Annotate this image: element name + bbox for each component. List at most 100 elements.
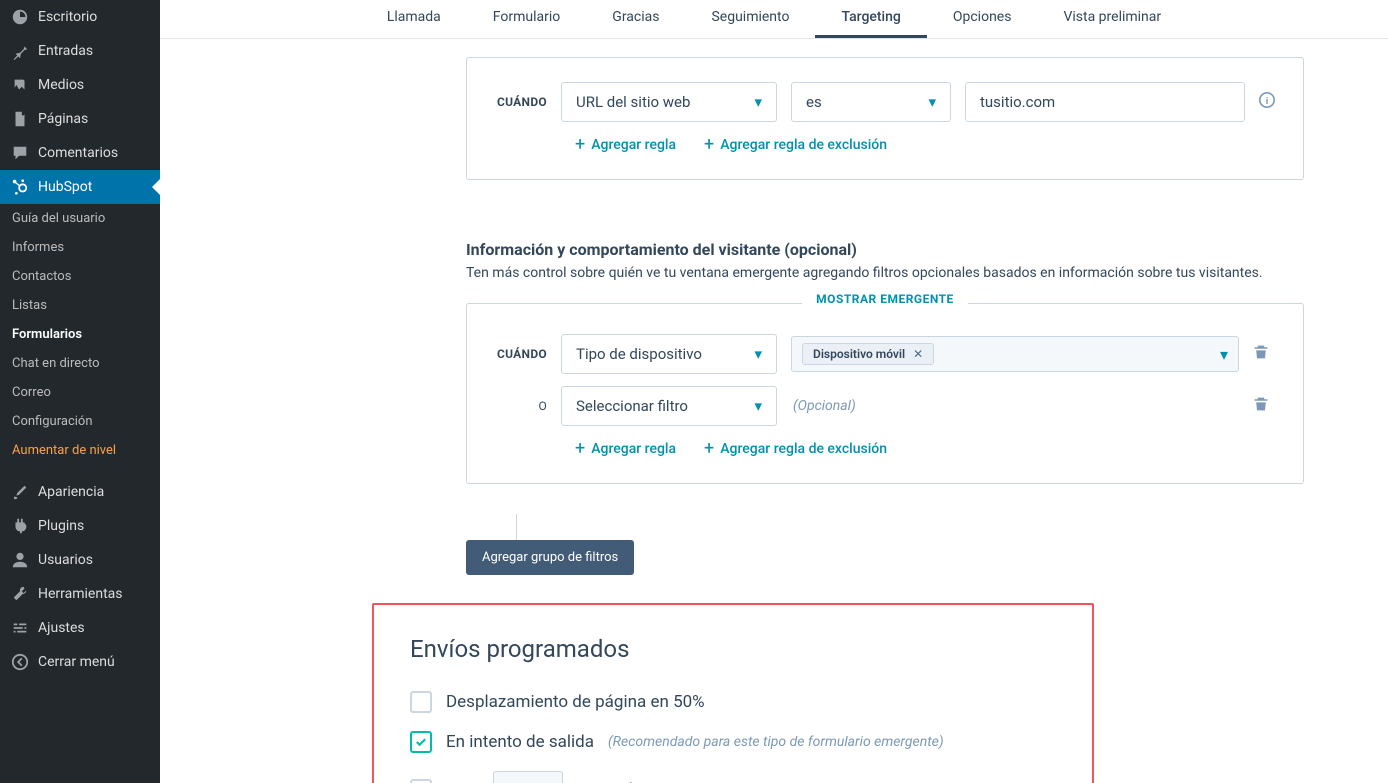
caret-down-icon: ▾ (754, 345, 762, 363)
sidebar-item-label: Escritorio (38, 9, 97, 25)
plus-icon: + (575, 438, 585, 459)
sidebar-item-escritorio[interactable]: Escritorio (0, 0, 160, 34)
sidebar-sub-config[interactable]: Configuración (0, 407, 160, 436)
add-filter-group-button[interactable]: Agregar grupo de filtros (466, 540, 634, 575)
visitor-section-subtitle: Ten más control sobre quién ve tu ventan… (466, 265, 1388, 281)
sidebar-sub-aumentar[interactable]: Aumentar de nivel (0, 436, 160, 465)
triggers-panel: Envíos programados Desplazamiento de pág… (372, 603, 1094, 783)
plus-icon: + (704, 134, 714, 155)
caret-down-icon: ▾ (754, 93, 762, 111)
tab-llamada[interactable]: Llamada (361, 0, 467, 38)
sidebar-item-label: Usuarios (38, 552, 93, 568)
plugin-icon (10, 516, 30, 536)
dashboard-icon (10, 7, 30, 27)
tab-vista-preliminar[interactable]: Vista preliminar (1037, 0, 1187, 38)
url-operator-select[interactable]: es ▾ (791, 82, 951, 122)
connector-line (516, 514, 517, 540)
show-popup-label: MOSTRAR EMERGENTE (802, 292, 968, 306)
sidebar-sub-guia[interactable]: Guía del usuario (0, 204, 160, 233)
select-value: Tipo de dispositivo (576, 345, 702, 363)
device-mobile-tag: Dispositivo móvil ✕ (802, 343, 934, 365)
remove-tag-icon[interactable]: ✕ (913, 347, 923, 361)
sidebar-sub-chat[interactable]: Chat en directo (0, 349, 160, 378)
device-value-select[interactable]: Dispositivo móvil ✕ ▾ (791, 336, 1239, 372)
after-seconds-checkbox[interactable] (410, 779, 432, 783)
sidebar-item-medios[interactable]: Medios (0, 68, 160, 102)
sidebar-item-label: Entradas (38, 43, 93, 59)
delete-rule-icon[interactable] (1253, 396, 1269, 416)
sidebar-item-plugins[interactable]: Plugins (0, 509, 160, 543)
tab-opciones[interactable]: Opciones (927, 0, 1038, 38)
visitor-section-title: Información y comportamiento del visitan… (466, 240, 1388, 259)
url-field-select[interactable]: URL del sitio web ▾ (561, 82, 777, 122)
when-label: CUÁNDO (491, 95, 547, 109)
wp-admin-sidebar: Escritorio Entradas Medios Páginas Comen… (0, 0, 160, 783)
svg-text:i: i (1266, 96, 1269, 107)
url-filter-box: CUÁNDO URL del sitio web ▾ es ▾ i +Agreg… (466, 57, 1304, 180)
sliders-icon (10, 618, 30, 638)
tab-gracias[interactable]: Gracias (586, 0, 685, 38)
sidebar-item-label: Herramientas (38, 586, 123, 602)
sidebar-item-cerrar[interactable]: Cerrar menú (0, 645, 160, 679)
sidebar-item-usuarios[interactable]: Usuarios (0, 543, 160, 577)
delete-rule-icon[interactable] (1253, 344, 1269, 364)
sidebar-item-label: HubSpot (38, 179, 92, 195)
filter-select[interactable]: Seleccionar filtro ▾ (561, 386, 777, 426)
url-value-input[interactable] (965, 82, 1245, 122)
exit-intent-checkbox[interactable] (410, 731, 432, 753)
plus-icon: + (575, 134, 585, 155)
sidebar-sub-correo[interactable]: Correo (0, 378, 160, 407)
optional-hint: (Opcional) (791, 398, 1239, 414)
scroll-checkbox[interactable] (410, 691, 432, 713)
brush-icon (10, 482, 30, 502)
user-icon (10, 550, 30, 570)
sidebar-sub-formularios[interactable]: Formularios (0, 320, 160, 349)
sidebar-item-label: Apariencia (38, 484, 104, 500)
main-content: Llamada Formulario Gracias Seguimiento T… (160, 0, 1388, 783)
collapse-icon (10, 652, 30, 672)
sidebar-item-label: Comentarios (38, 145, 118, 161)
tab-seguimiento[interactable]: Seguimiento (685, 0, 815, 38)
sidebar-item-apariencia[interactable]: Apariencia (0, 475, 160, 509)
sidebar-item-label: Páginas (38, 111, 88, 127)
media-icon (10, 75, 30, 95)
device-type-select[interactable]: Tipo de dispositivo ▾ (561, 334, 777, 374)
sidebar-item-hubspot[interactable]: HubSpot (0, 170, 160, 204)
plus-icon: + (704, 438, 714, 459)
sidebar-item-label: Plugins (38, 518, 84, 534)
select-value: Seleccionar filtro (576, 397, 688, 415)
caret-down-icon: ▾ (1220, 345, 1228, 364)
sidebar-item-paginas[interactable]: Páginas (0, 102, 160, 136)
add-rule-link[interactable]: +Agregar regla (575, 438, 676, 459)
exit-intent-note: (Recomendado para este tipo de formulari… (608, 734, 944, 750)
seconds-input[interactable] (493, 771, 563, 783)
sidebar-item-comentarios[interactable]: Comentarios (0, 136, 160, 170)
tab-targeting[interactable]: Targeting (815, 0, 926, 38)
sidebar-item-label: Cerrar menú (38, 654, 115, 670)
sidebar-item-entradas[interactable]: Entradas (0, 34, 160, 68)
add-exclusion-link[interactable]: +Agregar regla de exclusión (704, 438, 887, 459)
sidebar-item-ajustes[interactable]: Ajustes (0, 611, 160, 645)
sidebar-item-label: Ajustes (38, 620, 85, 636)
hubspot-icon (10, 177, 30, 197)
comment-icon (10, 143, 30, 163)
step-tabs: Llamada Formulario Gracias Seguimiento T… (160, 0, 1388, 39)
add-exclusion-link[interactable]: +Agregar regla de exclusión (704, 134, 887, 155)
pin-icon (10, 41, 30, 61)
sidebar-sub-informes[interactable]: Informes (0, 233, 160, 262)
scroll-label: Desplazamiento de página en 50% (446, 692, 705, 712)
tab-formulario[interactable]: Formulario (467, 0, 586, 38)
page-icon (10, 109, 30, 129)
exit-intent-label: En intento de salida (446, 732, 594, 752)
sidebar-item-herramientas[interactable]: Herramientas (0, 577, 160, 611)
caret-down-icon: ▾ (754, 397, 762, 415)
add-rule-link[interactable]: +Agregar regla (575, 134, 676, 155)
sidebar-item-label: Medios (38, 77, 84, 93)
select-value: URL del sitio web (576, 93, 690, 111)
wrench-icon (10, 584, 30, 604)
sidebar-sub-listas[interactable]: Listas (0, 291, 160, 320)
sidebar-sub-contactos[interactable]: Contactos (0, 262, 160, 291)
when-label: CUÁNDO (491, 347, 547, 361)
info-icon[interactable]: i (1259, 92, 1275, 112)
select-value: es (806, 93, 822, 111)
